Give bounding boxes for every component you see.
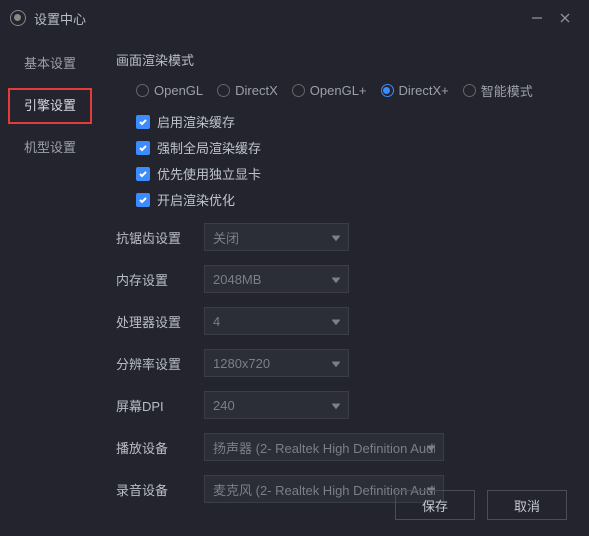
render-mode-radios: OpenGL DirectX OpenGL+ DirectX+ 智能模式 [116, 81, 567, 100]
chevron-down-icon [427, 440, 435, 455]
dpi-select[interactable]: 240 [204, 391, 349, 419]
check-icon [136, 167, 150, 181]
minimize-button[interactable] [523, 4, 551, 32]
record-label: 录音设备 [116, 480, 204, 499]
footer-buttons: 保存 取消 [395, 490, 567, 520]
checkbox-dedicated-gpu[interactable]: 优先使用独立显卡 [116, 164, 567, 183]
sidebar-item-engine[interactable]: 引擎设置 [8, 88, 92, 124]
chevron-down-icon [332, 230, 340, 245]
checkbox-label: 强制全局渲染缓存 [157, 138, 261, 157]
cpu-select[interactable]: 4 [204, 307, 349, 335]
radio-label: DirectX [235, 83, 278, 98]
resolution-select[interactable]: 1280x720 [204, 349, 349, 377]
radio-smart[interactable]: 智能模式 [463, 81, 533, 100]
checkbox-render-cache[interactable]: 启用渲染缓存 [116, 112, 567, 131]
titlebar: 设置中心 [0, 0, 589, 36]
checkbox-label: 优先使用独立显卡 [157, 164, 261, 183]
select-value: 4 [213, 314, 220, 329]
sidebar-item-model[interactable]: 机型设置 [0, 130, 100, 166]
check-icon [136, 141, 150, 155]
chevron-down-icon [332, 356, 340, 371]
app-logo-icon [10, 10, 26, 26]
check-icon [136, 115, 150, 129]
resolution-label: 分辨率设置 [116, 354, 204, 373]
dpi-label: 屏幕DPI [116, 396, 204, 415]
select-value: 240 [213, 398, 235, 413]
check-icon [136, 193, 150, 207]
playback-select[interactable]: 扬声器 (2- Realtek High Definition Audio) [204, 433, 444, 461]
chevron-down-icon [332, 398, 340, 413]
main-panel: 画面渲染模式 OpenGL DirectX OpenGL+ DirectX+ 智… [100, 36, 589, 536]
render-mode-title: 画面渲染模式 [116, 50, 567, 69]
sidebar: 基本设置 引擎设置 机型设置 [0, 36, 100, 536]
save-button[interactable]: 保存 [395, 490, 475, 520]
select-value: 关闭 [213, 228, 239, 247]
select-value: 2048MB [213, 272, 261, 287]
radio-label: DirectX+ [399, 83, 449, 98]
memory-select[interactable]: 2048MB [204, 265, 349, 293]
select-value: 1280x720 [213, 356, 270, 371]
sidebar-item-basic[interactable]: 基本设置 [0, 46, 100, 82]
checkbox-label: 开启渲染优化 [157, 190, 235, 209]
chevron-down-icon [332, 314, 340, 329]
memory-label: 内存设置 [116, 270, 204, 289]
radio-directx-plus[interactable]: DirectX+ [381, 83, 449, 98]
checkbox-label: 启用渲染缓存 [157, 112, 235, 131]
radio-label: OpenGL+ [310, 83, 367, 98]
antialias-select[interactable]: 关闭 [204, 223, 349, 251]
cancel-button[interactable]: 取消 [487, 490, 567, 520]
close-button[interactable] [551, 4, 579, 32]
cpu-label: 处理器设置 [116, 312, 204, 331]
select-value: 扬声器 (2- Realtek High Definition Audio) [213, 438, 435, 457]
radio-opengl-plus[interactable]: OpenGL+ [292, 83, 367, 98]
radio-label: OpenGL [154, 83, 203, 98]
window-title: 设置中心 [34, 9, 523, 28]
radio-label: 智能模式 [481, 81, 533, 100]
radio-directx[interactable]: DirectX [217, 83, 278, 98]
radio-opengl[interactable]: OpenGL [136, 83, 203, 98]
playback-label: 播放设备 [116, 438, 204, 457]
checkbox-global-cache[interactable]: 强制全局渲染缓存 [116, 138, 567, 157]
checkbox-render-optimize[interactable]: 开启渲染优化 [116, 190, 567, 209]
chevron-down-icon [332, 272, 340, 287]
antialias-label: 抗锯齿设置 [116, 228, 204, 247]
